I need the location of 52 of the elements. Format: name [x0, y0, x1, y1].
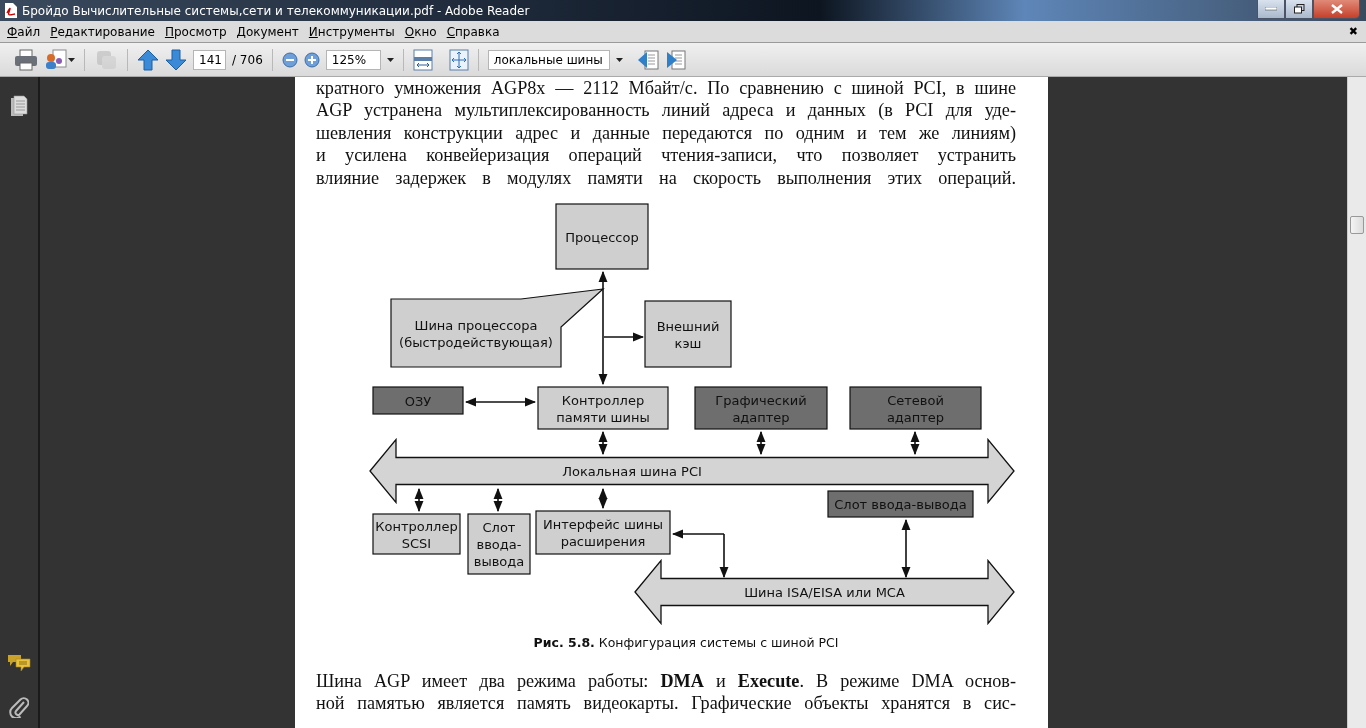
paragraph: кратного умножения AGP8x — 2112 Мбайт/с. По сравнению с шиной PCI, в шине AGP устранена мультиплексированность линий адреса и данных (в PCI для уде- шевления конструкции адрес и данные передаются по одним и тем же линиям) и усилена конвейеризация операций чтения-записи, что позволяет устранить влияние задержек в модулях памяти на скорость выполнения этих операций. — [316, 77, 1016, 190]
zoom-field[interactable]: 125% — [325, 49, 381, 70]
menu-item[interactable]: Просмотр — [159, 24, 232, 39]
close-icon — [1330, 4, 1343, 14]
paperclip-icon[interactable] — [9, 696, 29, 718]
menu-item[interactable]: Справка — [441, 24, 505, 39]
fit-page-icon[interactable] — [448, 47, 469, 72]
share-button[interactable] — [44, 47, 75, 72]
scroll-thumb[interactable] — [1350, 216, 1364, 234]
window-title: Бройдо Вычислительные системы,сети и телекоммуникации.pdf - Adobe Reader — [22, 3, 530, 18]
menu-item[interactable]: Редактирование — [45, 24, 160, 39]
restore-icon — [1293, 4, 1305, 14]
diagram-block: Внешний кэш — [644, 300, 732, 368]
diagram-block: Слот ввода-вывода — [827, 490, 974, 518]
page-number-field[interactable]: 141 — [193, 49, 226, 70]
caret-icon — [615, 57, 623, 62]
arrow-down-icon[interactable] — [165, 47, 187, 72]
comments-icon[interactable] — [7, 654, 31, 674]
diagram-block: ОЗУ — [372, 386, 464, 415]
fit-width-icon[interactable] — [412, 47, 433, 72]
menu-item[interactable]: Инструменты — [303, 24, 400, 39]
minimize-icon — [1265, 7, 1277, 11]
menu-item[interactable]: Файл — [2, 24, 46, 39]
diagram-block: Графический адаптер — [694, 386, 828, 430]
page-total: / 706 — [232, 52, 263, 67]
bus-label: Локальная шина PCI — [562, 464, 702, 480]
figure-caption: Рис. 5.8. Конфигурация системы с шиной PCI — [532, 635, 840, 651]
minimize-button[interactable] — [1257, 0, 1285, 19]
arrow-up-icon[interactable] — [137, 47, 159, 72]
paragraph: Шина AGP имеет два режима работы: DMA и Execute. В режиме DMA основ- ной памятью является память видеокарты. Графические объекты хранятся в сис- — [316, 670, 1016, 715]
caret-icon — [386, 57, 394, 62]
diagram-block: Контроллер памяти шины — [537, 386, 669, 430]
menu-item[interactable]: Окно — [399, 24, 442, 39]
restore-button[interactable] — [1285, 0, 1313, 19]
diagram-block: Процессор — [555, 203, 649, 270]
print-icon[interactable] — [14, 47, 38, 72]
menu-item[interactable]: Документ — [231, 24, 304, 39]
pdf-icon — [4, 3, 17, 18]
close-document-button[interactable]: ✖ — [1348, 25, 1358, 38]
search-field[interactable]: локальные шины — [487, 49, 610, 70]
caret-icon — [68, 57, 75, 62]
diagram-block: Контроллер SCSI — [372, 513, 461, 555]
previous-result-icon[interactable] — [636, 47, 659, 72]
pages-icon[interactable] — [10, 95, 28, 117]
callout-block: Шина процессора (быстродействующая) — [390, 288, 605, 368]
diagram-block: Сетевой адаптер — [849, 386, 982, 430]
close-button[interactable] — [1313, 0, 1360, 19]
scrollbar[interactable] — [1347, 77, 1366, 728]
next-result-icon[interactable] — [664, 47, 687, 72]
diagram-block: Интерфейс шины расширения — [535, 510, 671, 555]
bus-label: Шина ISA/EISA или MCA — [744, 585, 905, 601]
diagram-block: Слот ввода- вывода — [467, 513, 531, 575]
